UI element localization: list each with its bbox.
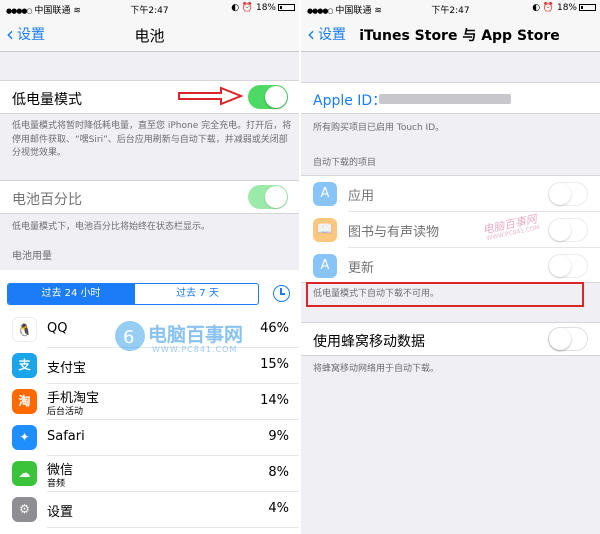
- cellular-data-note: 将蜂窝移动网络用于自动下载。: [313, 364, 440, 374]
- auto-download-label: 图书与有声读物: [348, 225, 440, 240]
- watermark-logo: 6 电脑百事网 WWW.PC841.COM: [112, 318, 243, 358]
- settings-gear-icon: ⚙: [12, 497, 37, 522]
- alipay-icon: 支: [12, 353, 37, 378]
- updates-icon: A: [313, 254, 337, 278]
- auto-download-header: 自动下载的项目: [313, 158, 377, 168]
- nav-bar: ‹ 设置 iTunes Store 与 App Store: [301, 16, 600, 52]
- usage-percent: 9%: [268, 429, 289, 444]
- apple-id-redacted: [379, 94, 511, 104]
- watermark-brand: 电脑百事网: [148, 324, 244, 346]
- svg-text:6: 6: [123, 327, 134, 348]
- auto-download-toggle[interactable]: [548, 218, 588, 242]
- auto-download-row: 📖 图书与有声读物: [301, 212, 600, 248]
- watermark-mark-icon: 6: [115, 321, 145, 351]
- status-bar: ●●●●○ 中国联通 ≋ 下午2:47 ◐ ⏰ 18%: [0, 0, 299, 16]
- screenshot-stage: ●●●●○ 中国联通 ≋ 下午2:47 ◐ ⏰ 18% ‹ 设置 电池 低电量模式…: [0, 0, 600, 534]
- auto-download-toggle[interactable]: [548, 254, 588, 278]
- highlight-box: [306, 282, 584, 307]
- row-divider: [47, 527, 299, 528]
- app-name: 设置: [47, 505, 74, 520]
- app-store-icon: A: [313, 182, 337, 206]
- battery-percentage-row: 电池百分比: [0, 180, 299, 214]
- auto-download-list: A 应用 📖 图书与有声读物 A 更新: [301, 175, 600, 283]
- cellular-data-toggle[interactable]: [548, 327, 588, 351]
- wechat-icon: ☁: [12, 461, 37, 486]
- status-right: ◐ ⏰ 18%: [231, 3, 295, 13]
- battery-percent: 18%: [255, 3, 276, 13]
- battery-percent: 18%: [556, 3, 577, 13]
- app-activity: 后台活动: [47, 407, 84, 417]
- page-title: 电池: [134, 27, 165, 45]
- usage-row[interactable]: 支支付宝 15%: [0, 348, 299, 384]
- battery-icon: [278, 4, 295, 11]
- usage-row[interactable]: ✦ Safari 9%: [0, 420, 299, 456]
- segment-7d[interactable]: 过去 7 天: [134, 284, 258, 304]
- watermark-url: WWW.PC841.COM: [152, 345, 238, 354]
- toggle-knob: [549, 183, 571, 205]
- taobao-icon: 淘: [12, 389, 37, 414]
- battery-percentage-note: 低电量模式下，电池百分比将始终在状态栏显示。: [12, 222, 211, 232]
- usage-percent: 46%: [260, 321, 289, 336]
- battery-percentage-toggle[interactable]: [248, 185, 288, 209]
- usage-header: 电池用量: [12, 251, 52, 262]
- nav-bar: ‹ 设置 电池: [0, 16, 299, 52]
- usage-row[interactable]: ☁ 微信 音频 8%: [0, 456, 299, 492]
- clock-icon[interactable]: [273, 285, 290, 302]
- page-title: iTunes Store 与 App Store: [359, 28, 560, 44]
- app-activity: 音频: [47, 479, 66, 489]
- qq-icon: 🐧: [12, 317, 37, 342]
- itunes-store-settings-screen: ●●●●○ 中国联通 ≋ 下午2:47 ◐ ⏰ 18% ‹ 设置 iTunes S…: [301, 0, 600, 534]
- battery-percentage-label: 电池百分比: [12, 192, 82, 208]
- auto-download-row: A 应用: [301, 176, 600, 212]
- toggle-knob: [549, 255, 571, 277]
- safari-icon: ✦: [12, 425, 37, 450]
- auto-download-toggle[interactable]: [548, 182, 588, 206]
- red-arrow-icon: [178, 86, 244, 106]
- toggle-knob: [265, 186, 287, 208]
- usage-percent: 15%: [260, 357, 289, 372]
- auto-download-row: A 更新: [301, 248, 600, 284]
- status-right: ◐ ⏰ 18%: [532, 3, 596, 13]
- low-power-note: 低电量模式将暂时降低耗电量，直至您 iPhone 完全充电。打开后，将停用邮件获…: [12, 121, 292, 158]
- app-name: 支付宝: [47, 361, 87, 376]
- app-name: Safari: [47, 429, 85, 444]
- auto-download-label: 更新: [348, 261, 375, 276]
- usage-row[interactable]: ⚙ 设置 4%: [0, 492, 299, 528]
- battery-icon: [579, 4, 596, 11]
- battery-settings-screen: ●●●●○ 中国联通 ≋ 下午2:47 ◐ ⏰ 18% ‹ 设置 电池 低电量模式…: [0, 0, 299, 534]
- usage-percent: 8%: [268, 465, 289, 480]
- usage-percent: 14%: [260, 393, 289, 408]
- cellular-data-label: 使用蜂窝移动数据: [313, 334, 425, 350]
- cellular-data-row: 使用蜂窝移动数据: [301, 322, 600, 356]
- app-name: QQ: [47, 321, 68, 336]
- time-range-segmented-control: 过去 24 小时 过去 7 天: [7, 283, 259, 305]
- status-bar: ●●●●○ 中国联通 ≋ 下午2:47 ◐ ⏰ 18%: [301, 0, 600, 16]
- usage-percent: 4%: [268, 501, 289, 516]
- ibooks-icon: 📖: [313, 218, 337, 242]
- toggle-knob: [549, 328, 571, 350]
- toggle-knob: [549, 219, 571, 241]
- segment-24h[interactable]: 过去 24 小时: [8, 284, 134, 304]
- low-power-label: 低电量模式: [12, 92, 82, 108]
- apple-id-row[interactable]: Apple ID：: [301, 82, 600, 114]
- toggle-focus: [244, 82, 292, 112]
- auto-download-label: 应用: [348, 189, 375, 204]
- apple-id-label: Apple ID：: [313, 93, 387, 109]
- usage-row[interactable]: 淘手机淘宝 后台活动 14%: [0, 384, 299, 420]
- touch-id-note: 所有购买项目已启用 Touch ID。: [313, 123, 445, 133]
